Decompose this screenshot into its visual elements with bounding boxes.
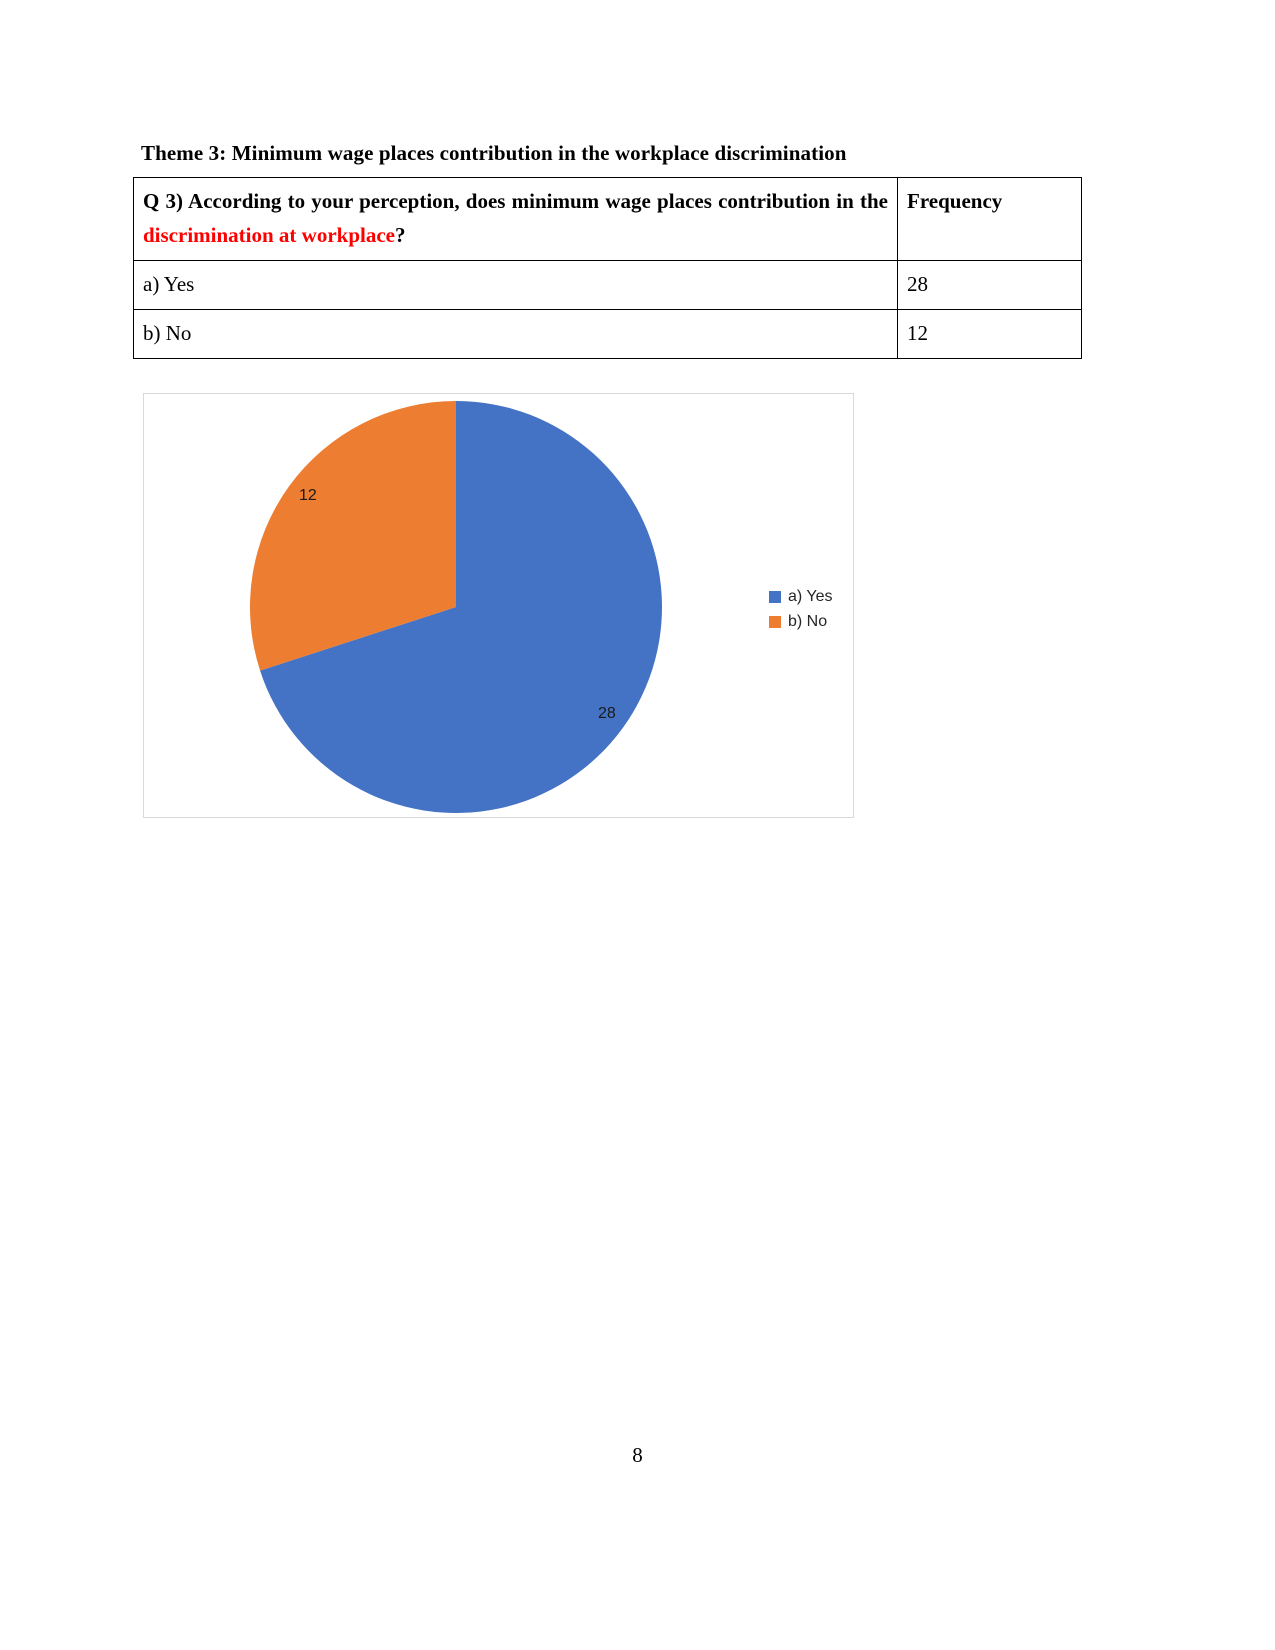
chart-legend: a) Yes b) No [769, 584, 832, 634]
question-prefix: Q 3) According to your perception, does … [143, 189, 888, 213]
frequency-value-yes: 28 [897, 260, 1082, 311]
legend-color-swatch-yes [769, 590, 781, 603]
table-row: b) No 12 [133, 309, 1082, 360]
pie-data-label-yes: 28 [598, 705, 616, 722]
question-suffix: ? [395, 223, 406, 248]
legend-item-no[interactable]: b) No [769, 609, 832, 634]
pie-graphic [250, 401, 662, 813]
legend-label-yes: a) Yes [788, 587, 833, 605]
frequency-value-no: 12 [897, 309, 1082, 360]
pie-svg [250, 401, 662, 813]
option-label-yes: a) Yes [133, 260, 898, 311]
option-label-no: b) No [133, 309, 898, 360]
pie-chart-frame: 12 28 a) Yes b) No [143, 393, 854, 818]
legend-item-yes[interactable]: a) Yes [769, 584, 832, 609]
legend-color-swatch-no [769, 615, 781, 628]
document-page: Theme 3: Minimum wage places contributio… [0, 0, 1275, 1650]
page-title: Theme 3: Minimum wage places contributio… [141, 141, 847, 165]
question-highlight: discrimination at workplace [143, 223, 395, 248]
table-header-row: Q 3) According to your perception, does … [133, 176, 1082, 262]
frequency-table: Q 3) According to your perception, does … [133, 176, 1082, 360]
page-number: 8 [632, 1443, 643, 1467]
question-text: Q 3) According to your perception, does … [143, 184, 888, 252]
table-row: a) Yes 28 [133, 260, 1082, 311]
pie-chart: 12 28 a) Yes b) No [144, 394, 853, 817]
legend-label-no: b) No [788, 612, 828, 630]
pie-data-label-no: 12 [299, 487, 317, 504]
frequency-header-cell: Frequency [897, 176, 1082, 262]
question-cell: Q 3) According to your perception, does … [133, 176, 898, 262]
